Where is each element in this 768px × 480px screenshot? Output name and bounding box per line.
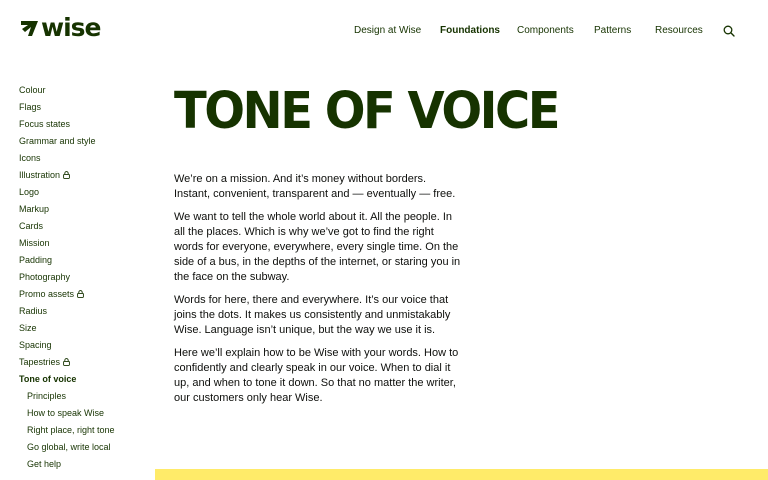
sidebar-item-tone-of-voice[interactable]: Tone of voice: [19, 373, 154, 390]
intro-paragraph: We want to tell the whole world about it…: [174, 211, 461, 283]
lock-icon: [77, 290, 84, 298]
sidebar-item-logo[interactable]: Logo: [19, 186, 154, 203]
nav-components[interactable]: Components: [517, 24, 574, 38]
sidebar-item-label: Tone of voice: [19, 374, 77, 384]
main-content: TONE OF VOICE: [174, 81, 561, 141]
sidebar-item-illustration[interactable]: Illustration: [19, 169, 154, 186]
sidebar-subitem-principles[interactable]: Principles: [19, 390, 154, 407]
sidebar-item-label: Markup: [19, 204, 50, 214]
sidebar-item-label: Logo: [19, 187, 40, 197]
page-title: TONE OF VOICE: [174, 81, 561, 141]
sidebar-item-label: Promo assets: [19, 289, 75, 299]
top-nav: Design at Wise Foundations Components Pa…: [0, 24, 768, 40]
sidebar-item-tapestries[interactable]: Tapestries: [19, 356, 154, 373]
sidebar-subitem-label: How to speak Wise: [27, 408, 105, 418]
sidebar-subitem-go-global-write-local[interactable]: Go global, write local: [19, 441, 154, 458]
sidebar-item-mission[interactable]: Mission: [19, 237, 154, 254]
sidebar-item-spacing[interactable]: Spacing: [19, 339, 154, 356]
sidebar-item-colour[interactable]: Colour: [19, 84, 154, 101]
sidebar-item-label: Flags: [19, 102, 42, 112]
sidebar-item-focus-states[interactable]: Focus states: [19, 118, 154, 135]
sidebar-item-label: Icons: [19, 153, 41, 163]
nav-patterns[interactable]: Patterns: [594, 24, 631, 38]
sidebar-item-promo-assets[interactable]: Promo assets: [19, 288, 154, 305]
sidebar-subitem-right-place-right-tone[interactable]: Right place, right tone: [19, 424, 154, 441]
nav-foundations[interactable]: Foundations: [440, 24, 500, 38]
intro-paragraph: We’re on a mission. And it’s money witho…: [174, 173, 456, 200]
lock-icon: [63, 358, 70, 366]
sidebar-subitem-label: Right place, right tone: [27, 425, 115, 435]
sidebar-item-label: Illustration: [19, 170, 61, 180]
sidebar-item-label: Mission: [19, 238, 50, 248]
nav-resources[interactable]: Resources: [655, 24, 703, 38]
sidebar-item-icons[interactable]: Icons: [19, 152, 154, 169]
sidebar-item-label: Colour: [19, 85, 46, 95]
sidebar-item-label: Cards: [19, 221, 44, 231]
sidebar-item-size[interactable]: Size: [19, 322, 154, 339]
intro-paragraph: Here we’ll explain how to be Wise with y…: [174, 347, 459, 404]
sidebar-item-radius[interactable]: Radius: [19, 305, 154, 322]
yellow-banner: [155, 469, 768, 480]
sidebar-item-label: Tapestries: [19, 357, 61, 367]
sidebar-item-label: Size: [19, 323, 37, 333]
sidebar-item-label: Photography: [19, 272, 71, 282]
sidebar-item-label: Radius: [19, 306, 48, 316]
sidebar-item-padding[interactable]: Padding: [19, 254, 154, 271]
sidebar-item-markup[interactable]: Markup: [19, 203, 154, 220]
top-header: wise Design at Wise Foundations Componen…: [0, 0, 768, 62]
sidebar-item-label: Grammar and style: [19, 136, 96, 146]
sidebar-subitem-label: Get help: [27, 459, 62, 469]
sidebar-subitem-get-help[interactable]: Get help: [19, 458, 154, 475]
lock-icon: [63, 171, 70, 179]
sidebar-item-label: Focus states: [19, 119, 71, 129]
sidebar-subitem-label: Go global, write local: [27, 442, 111, 452]
intro-text: We’re on a mission. And it’s money witho…: [174, 172, 462, 414]
sidebar-item-label: Padding: [19, 255, 53, 265]
nav-design-at-wise[interactable]: Design at Wise: [354, 24, 421, 38]
sidebar-item-cards[interactable]: Cards: [19, 220, 154, 237]
sidebar-subitem-label: Principles: [27, 391, 67, 401]
intro-paragraph: Words for here, there and everywhere. It…: [174, 294, 451, 336]
sidebar-subitem-how-to-speak-wise[interactable]: How to speak Wise: [19, 407, 154, 424]
sidebar-item-photography[interactable]: Photography: [19, 271, 154, 288]
sidebar-item-flags[interactable]: Flags: [19, 101, 154, 118]
search-icon[interactable]: [723, 25, 735, 37]
sidebar-nav: Colour Flags Focus states Grammar and st…: [19, 84, 154, 475]
sidebar-item-label: Spacing: [19, 340, 52, 350]
sidebar-item-grammar-and-style[interactable]: Grammar and style: [19, 135, 154, 152]
